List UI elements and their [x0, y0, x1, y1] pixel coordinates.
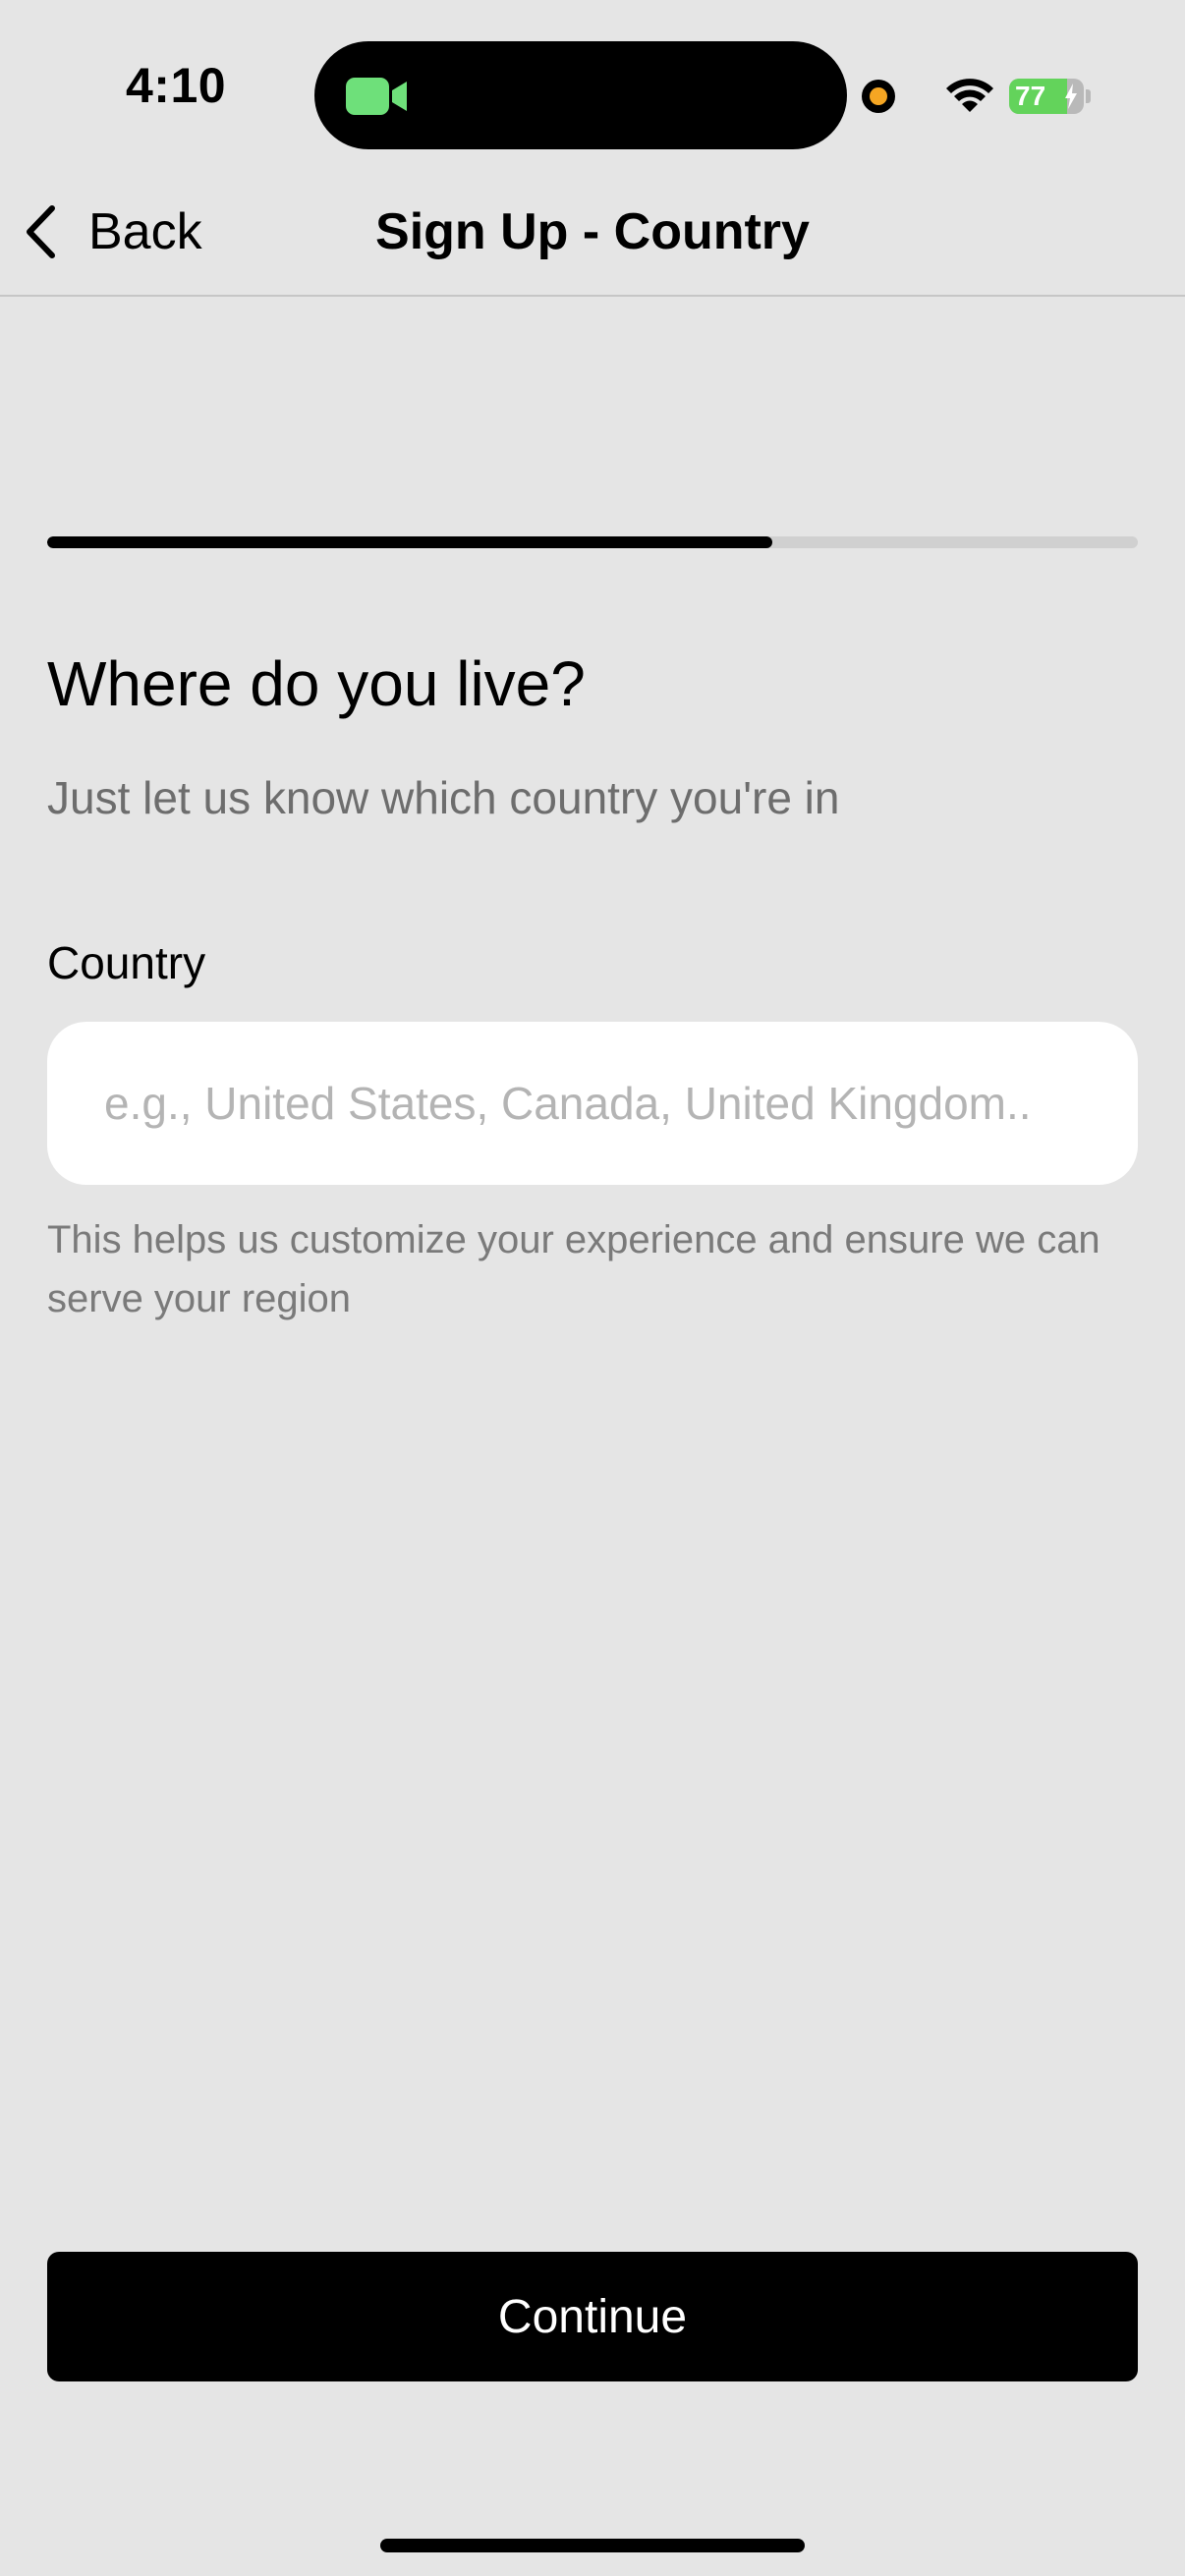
status-time: 4:10 — [126, 58, 227, 113]
question-heading: Where do you live? — [47, 648, 586, 719]
charging-bolt-icon — [1065, 84, 1077, 109]
progress-fill — [47, 536, 773, 548]
continue-button[interactable]: Continue — [47, 2252, 1138, 2381]
page-title: Sign Up - Country — [375, 203, 810, 260]
signup-progress-bar — [47, 536, 1138, 548]
country-helper-text: This helps us customize your experience … — [47, 1218, 1100, 1320]
question-subheading: Just let us know which country you're in — [47, 772, 840, 823]
country-field-label: Country — [47, 937, 206, 988]
nav-divider — [0, 295, 1185, 297]
battery-icon: 77 — [1009, 79, 1084, 114]
video-camera-icon — [346, 78, 407, 115]
country-input[interactable] — [47, 1022, 1138, 1185]
battery-cap — [1086, 89, 1091, 103]
home-indicator[interactable] — [380, 2539, 805, 2552]
wifi-icon — [946, 79, 993, 112]
privacy-indicator-dot — [862, 80, 895, 113]
battery-level: 77 — [1015, 81, 1046, 111]
